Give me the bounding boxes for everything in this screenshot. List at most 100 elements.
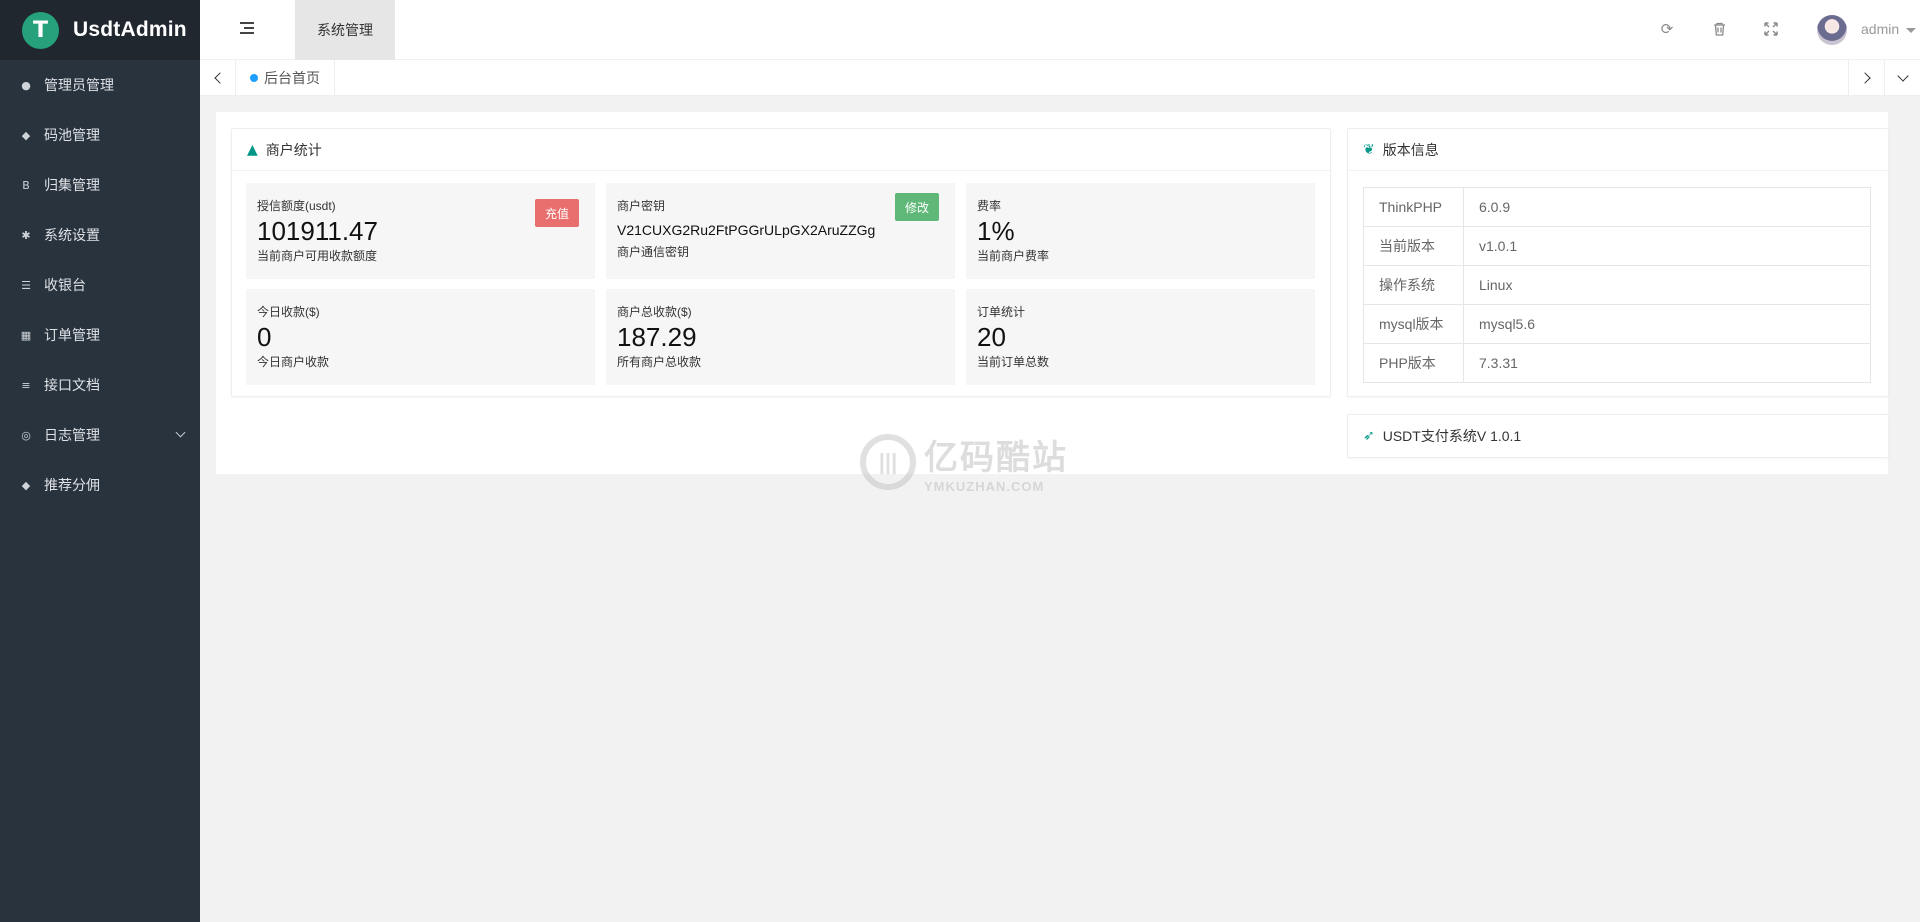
watermark-subtitle: YMKUZHAN.COM: [924, 479, 1045, 494]
stat-description: 当前商户可用收款额度: [257, 249, 378, 263]
table-row: 当前版本 v1.0.1: [1363, 226, 1871, 266]
stat-total-income: 商户总收款($) 187.29 所有商户总收款: [606, 289, 955, 385]
page-tabs: 后台首页: [200, 60, 1920, 96]
table-row: PHP版本 7.3.31: [1363, 343, 1871, 383]
sidebar-item-label: 系统设置: [44, 227, 100, 243]
sidebar-item-admin[interactable]: ● 管理员管理: [0, 60, 200, 110]
stat-label: 今日收款($): [257, 305, 320, 319]
recharge-button[interactable]: 充值: [534, 199, 579, 227]
stat-credit: 授信额度(usdt) 101911.47 当前商户可用收款额度 充值: [246, 183, 595, 279]
stat-description: 当前订单总数: [977, 355, 1050, 369]
watermark-title: 亿码酷站: [924, 439, 1068, 477]
table-key: 操作系统: [1363, 265, 1464, 305]
align-left-icon: ≡: [21, 378, 31, 392]
stat-description: 今日商户收款: [257, 355, 330, 369]
sidebar-item-label: 码池管理: [44, 127, 100, 143]
table-row: mysql版本 mysql5.6: [1363, 304, 1871, 344]
list-icon: ☰: [21, 278, 31, 292]
chevron-right-icon: [1858, 72, 1871, 84]
card-header: ➶ USDT支付系统V 1.0.1: [1348, 415, 1888, 457]
warning-icon: ▲: [247, 141, 258, 158]
stat-secret-key: 商户密钥 V21CUXG2Ru2FtPGGrULpGX2AruZZGg 商户通信…: [606, 183, 955, 279]
tabs-next-button[interactable]: [1848, 60, 1884, 96]
stat-value: 0: [257, 322, 272, 352]
table-row: ThinkPHP 6.0.9: [1363, 187, 1871, 227]
table-value: mysql5.6: [1463, 304, 1871, 344]
card-title: USDT支付系统V 1.0.1: [1382, 428, 1522, 444]
tab-home-label: 后台首页: [264, 70, 320, 86]
sidebar-item-label: 接口文档: [44, 377, 100, 393]
stat-value: 20: [977, 322, 1006, 352]
sidebar-item-label: 管理员管理: [44, 77, 114, 93]
header-tab-system[interactable]: 系统管理: [295, 0, 395, 60]
sidebar-item-label: 归集管理: [44, 177, 100, 193]
user-icon: ●: [21, 78, 31, 92]
main-panel: ▲ 商户统计 授信额度(usdt) 101911.47 当前商户可用收款额度 充…: [216, 112, 1889, 474]
table-key: 当前版本: [1363, 226, 1464, 266]
table-row: 操作系统 Linux: [1363, 265, 1871, 305]
paper-plane-icon: ➶: [1363, 428, 1375, 444]
sidebar-menu: ● 管理员管理 ◆ 码池管理 B 归集管理 ✱ 系统设置 ☰ 收银台 ▦ 订单管…: [0, 60, 200, 510]
watermark-text: 亿码酷站 YMKUZHAN.COM: [924, 430, 1068, 494]
watermark: ||| 亿码酷站 YMKUZHAN.COM: [860, 430, 1068, 494]
sidebar-item-referral[interactable]: ◆ 推荐分佣: [0, 460, 200, 510]
top-header: 系统管理 ⟳ admin: [200, 0, 1920, 60]
active-dot-icon: [250, 74, 258, 82]
stat-today-income: 今日收款($) 0 今日商户收款: [246, 289, 595, 385]
user-name[interactable]: admin: [1861, 21, 1899, 37]
sidebar-item-logs[interactable]: ◎ 日志管理: [0, 410, 200, 460]
bitcoin-icon: B: [22, 178, 30, 192]
sidebar-item-collection[interactable]: B 归集管理: [0, 160, 200, 210]
android-icon: ◆: [21, 478, 31, 492]
chevron-down-icon: [175, 427, 186, 438]
sidebar-item-label: 订单管理: [44, 327, 100, 343]
sidebar: T UsdtAdmin ● 管理员管理 ◆ 码池管理 B 归集管理 ✱ 系统设置…: [0, 0, 200, 922]
fullscreen-icon[interactable]: [1762, 20, 1780, 38]
table-value: v1.0.1: [1463, 226, 1871, 266]
edit-key-button[interactable]: 修改: [894, 193, 939, 221]
android-icon: ◆: [21, 128, 31, 142]
sidebar-item-label: 收银台: [44, 277, 86, 293]
stat-description: 所有商户总收款: [617, 355, 702, 369]
avatar[interactable]: [1817, 15, 1847, 45]
table-value: 6.0.9: [1463, 187, 1871, 227]
tab-home[interactable]: 后台首页: [236, 60, 335, 96]
tabs-menu-button[interactable]: [1884, 60, 1920, 96]
stat-label: 费率: [977, 199, 1002, 213]
table-value: 7.3.31: [1463, 343, 1871, 383]
chevron-down-icon: [1896, 69, 1909, 82]
stat-label: 订单统计: [977, 305, 1026, 319]
sidebar-item-cashier[interactable]: ☰ 收银台: [0, 260, 200, 310]
card-title: 商户统计: [265, 141, 322, 158]
merchant-stats-card: ▲ 商户统计 授信额度(usdt) 101911.47 当前商户可用收款额度 充…: [231, 128, 1331, 397]
card-title: 版本信息: [1382, 141, 1439, 158]
stat-order-count: 订单统计 20 当前订单总数: [966, 289, 1315, 385]
table-key: mysql版本: [1363, 304, 1464, 344]
version-info-card: ❦ 版本信息 ThinkPHP 6.0.9 当前版本 v1.0.1 操作系统 L…: [1347, 128, 1889, 397]
caret-down-icon[interactable]: [1906, 28, 1916, 33]
watermark-logo-icon: |||: [860, 434, 916, 490]
stat-description: 当前商户费率: [977, 249, 1050, 263]
sidebar-item-api-docs[interactable]: ≡ 接口文档: [0, 360, 200, 410]
card-header: ❦ 版本信息: [1348, 129, 1888, 171]
card-header: ▲ 商户统计: [232, 129, 1330, 171]
tabs-prev-button[interactable]: [200, 60, 236, 96]
menu-toggle-icon[interactable]: [240, 22, 256, 36]
brand-name: UsdtAdmin: [73, 18, 187, 41]
calculator-icon: ▦: [20, 328, 32, 342]
sidebar-item-orders[interactable]: ▦ 订单管理: [0, 310, 200, 360]
stat-value: 1%: [977, 216, 1015, 246]
refresh-icon[interactable]: ⟳: [1658, 20, 1676, 38]
asterisk-icon: ✱: [21, 228, 31, 242]
table-value: Linux: [1463, 265, 1871, 305]
sidebar-item-settings[interactable]: ✱ 系统设置: [0, 210, 200, 260]
logo[interactable]: T UsdtAdmin: [0, 0, 200, 60]
sidebar-item-label: 推荐分佣: [44, 477, 100, 493]
chevron-left-icon: [213, 72, 226, 84]
sidebar-item-code-pool[interactable]: ◆ 码池管理: [0, 110, 200, 160]
stat-value: 187.29: [617, 322, 697, 352]
trash-icon[interactable]: [1710, 20, 1728, 38]
stat-label: 商户总收款($): [617, 305, 692, 319]
table-key: ThinkPHP: [1363, 187, 1464, 227]
sidebar-item-label: 日志管理: [44, 427, 100, 443]
